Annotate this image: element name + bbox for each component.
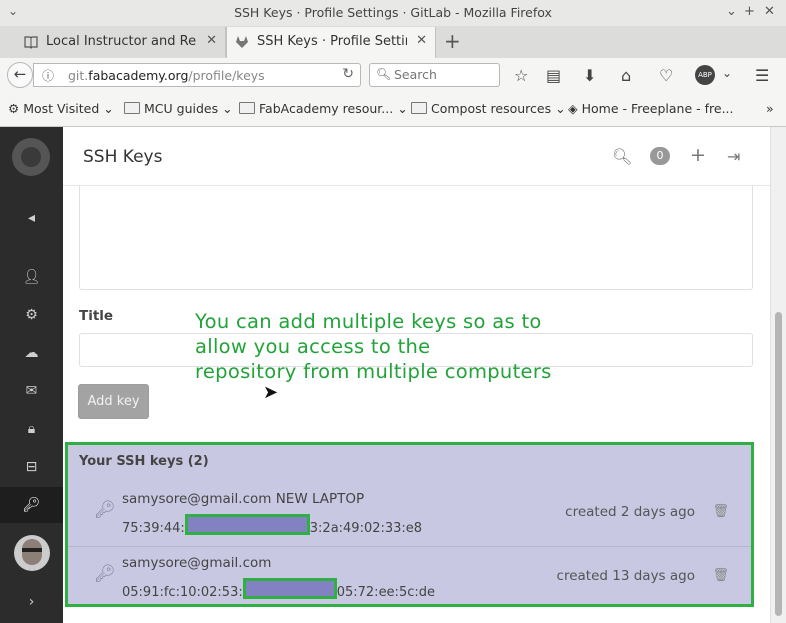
home-icon[interactable]: ⌂ bbox=[621, 66, 631, 85]
mouse-cursor-icon: ➤ bbox=[263, 382, 279, 403]
sidebar-item-emails[interactable]: ✉ bbox=[0, 373, 63, 409]
plus-icon[interactable]: + bbox=[690, 144, 706, 166]
bookmark-compost-resources[interactable]: Compost resources ⌄ bbox=[411, 101, 566, 116]
tab-ssh-keys[interactable]: SSH Keys · Profile Settin... ✕ bbox=[226, 27, 436, 58]
tab-close-icon[interactable]: ✕ bbox=[206, 33, 217, 48]
maximize-icon[interactable]: + bbox=[744, 4, 755, 19]
collapse-sidebar-icon[interactable]: ◂ bbox=[0, 200, 63, 236]
ssh-key-title[interactable]: samysore@gmail.com NEW LAPTOP bbox=[122, 491, 364, 507]
page-header: SSH Keys 🔍︎ 0 + ⇥ bbox=[63, 127, 770, 186]
cloud-icon: ☁ bbox=[24, 345, 39, 361]
tab-label: Local Instructor and Re... bbox=[46, 34, 196, 49]
ssh-keys-heading: Your SSH keys (2) bbox=[79, 454, 209, 469]
envelope-icon: ✉ bbox=[25, 383, 38, 399]
trash-icon[interactable]: 🗑︎ bbox=[712, 568, 729, 583]
reload-icon[interactable]: ↻ bbox=[342, 66, 354, 82]
new-tab-icon[interactable]: + bbox=[444, 29, 461, 53]
tab-label: SSH Keys · Profile Settin... bbox=[257, 34, 407, 49]
pocket-icon[interactable]: ♡ bbox=[659, 66, 673, 85]
search-icon[interactable]: 🔍︎ bbox=[612, 147, 632, 166]
sidebar-item-profile[interactable]: 👤︎ bbox=[0, 259, 63, 295]
tab-close-icon[interactable]: ✕ bbox=[416, 33, 427, 48]
folder-icon bbox=[411, 102, 427, 114]
redaction-box bbox=[184, 514, 310, 535]
ssh-key-fingerprint: 75:39:44: 3:2a:49:02:33:e8 bbox=[122, 514, 422, 536]
sidebar-item-account[interactable]: ⚙ bbox=[0, 297, 63, 333]
back-button[interactable]: ← bbox=[7, 62, 33, 88]
sidebar-item-password[interactable]: 🔒︎ bbox=[0, 411, 63, 447]
reading-list-icon[interactable]: ▤ bbox=[546, 66, 561, 85]
sign-out-icon[interactable]: ⇥ bbox=[727, 147, 740, 166]
chevron-down-icon[interactable]: ⌄ bbox=[722, 66, 732, 80]
main-content: Title Add key You can add multiple keys … bbox=[63, 186, 770, 623]
key-icon: 🔑︎ bbox=[94, 500, 116, 520]
adblock-icon[interactable]: ABP bbox=[695, 65, 715, 85]
search-input[interactable] bbox=[392, 66, 496, 83]
url-text: git.fabacademy.org/profile/keys bbox=[68, 68, 265, 83]
minimize-icon[interactable]: ⌄ bbox=[726, 4, 737, 19]
key-icon: 🔑︎ bbox=[94, 564, 116, 584]
navigation-toolbar: ← ⓘ git.fabacademy.org/profile/keys ↻ 🔍︎… bbox=[0, 58, 786, 92]
sidebar-item-ssh-keys[interactable]: 🔑︎ bbox=[0, 487, 63, 523]
window-title: SSH Keys · Profile Settings · GitLab - M… bbox=[234, 5, 552, 20]
inbox-icon: ⊟ bbox=[25, 459, 38, 475]
hamburger-menu-icon[interactable]: ☰ bbox=[755, 66, 769, 85]
bookmark-most-visited[interactable]: ⚙ Most Visited ⌄ bbox=[8, 101, 114, 116]
lock-icon: 🔒︎ bbox=[27, 421, 36, 437]
ssh-key-fingerprint: 05:91:fc:10:02:53: 05:72:ee:5c:de bbox=[122, 578, 435, 600]
title-label: Title bbox=[79, 308, 114, 324]
ssh-key-created: created 2 days ago bbox=[565, 504, 695, 520]
window-titlebar: ⌄ SSH Keys · Profile Settings · GitLab -… bbox=[0, 0, 786, 27]
annotation-text: You can add multiple keys so as to allow… bbox=[195, 310, 552, 383]
page-scrollbar[interactable] bbox=[770, 127, 786, 623]
key-icon: 🔑︎ bbox=[22, 497, 41, 513]
close-window-icon[interactable]: ✕ bbox=[764, 4, 775, 19]
gear-icon: ⚙ bbox=[25, 307, 38, 323]
freeplane-icon: ◈ bbox=[568, 101, 582, 116]
folder-icon bbox=[239, 102, 255, 114]
page-title: SSH Keys bbox=[83, 147, 163, 167]
todo-count-badge[interactable]: 0 bbox=[650, 147, 670, 165]
redaction-box bbox=[242, 578, 337, 599]
tab-local-instructor[interactable]: Local Instructor and Re... ✕ bbox=[16, 27, 226, 57]
sidebar-expand-chevron-icon[interactable]: › bbox=[0, 584, 63, 620]
sidebar-item-applications[interactable]: ☁ bbox=[0, 335, 63, 371]
ssh-key-title[interactable]: samysore@gmail.com bbox=[122, 555, 271, 571]
add-key-button[interactable]: Add key bbox=[78, 384, 149, 419]
gitlab-logo[interactable] bbox=[12, 138, 50, 176]
bookmarks-overflow-icon[interactable]: » bbox=[766, 101, 774, 116]
bookmark-mcu-guides[interactable]: MCU guides ⌄ bbox=[124, 101, 233, 116]
bookmark-freeplane[interactable]: ◈ Home - Freeplane - fre... bbox=[568, 101, 734, 116]
search-icon: 🔍︎ bbox=[376, 67, 392, 81]
sidebar-item-notifications[interactable]: ⊟ bbox=[0, 449, 63, 485]
book-icon bbox=[24, 36, 38, 49]
download-icon[interactable]: ⬇ bbox=[583, 66, 596, 85]
key-textarea[interactable] bbox=[79, 186, 753, 290]
folder-icon bbox=[124, 102, 140, 114]
search-box[interactable]: 🔍︎ bbox=[369, 63, 500, 87]
gear-icon: ⚙ bbox=[8, 101, 24, 116]
scrollbar-thumb[interactable] bbox=[775, 312, 782, 616]
trash-icon[interactable]: 🗑︎ bbox=[712, 504, 729, 519]
ssh-key-row[interactable]: 🔑︎ samysore@gmail.com NEW LAPTOP 75:39:4… bbox=[68, 482, 751, 547]
bookmark-star-icon[interactable]: ☆ bbox=[514, 66, 528, 85]
bookmark-fabacademy-resources[interactable]: FabAcademy resour... ⌄ bbox=[239, 101, 408, 116]
avatar[interactable] bbox=[14, 535, 50, 571]
gitlab-sidebar: ◂ 👤︎ ⚙ ☁ ✉ 🔒︎ ⊟ 🔑︎ › bbox=[0, 127, 63, 623]
ssh-key-row[interactable]: 🔑︎ samysore@gmail.com 05:91:fc:10:02:53:… bbox=[68, 546, 751, 610]
info-icon[interactable]: ⓘ bbox=[42, 67, 54, 84]
tab-bar: Local Instructor and Re... ✕ SSH Keys · … bbox=[0, 26, 786, 59]
user-icon: 👤︎ bbox=[22, 269, 41, 285]
url-bar[interactable]: ⓘ git.fabacademy.org/profile/keys ↻ bbox=[33, 63, 361, 87]
gitlab-fox-icon bbox=[236, 36, 248, 48]
ssh-key-created: created 13 days ago bbox=[556, 568, 695, 584]
ssh-keys-list: Your SSH keys (2) 🔑︎ samysore@gmail.com … bbox=[65, 442, 754, 607]
bookmarks-toolbar: ⚙ Most Visited ⌄ MCU guides ⌄ FabAcademy… bbox=[0, 92, 786, 127]
